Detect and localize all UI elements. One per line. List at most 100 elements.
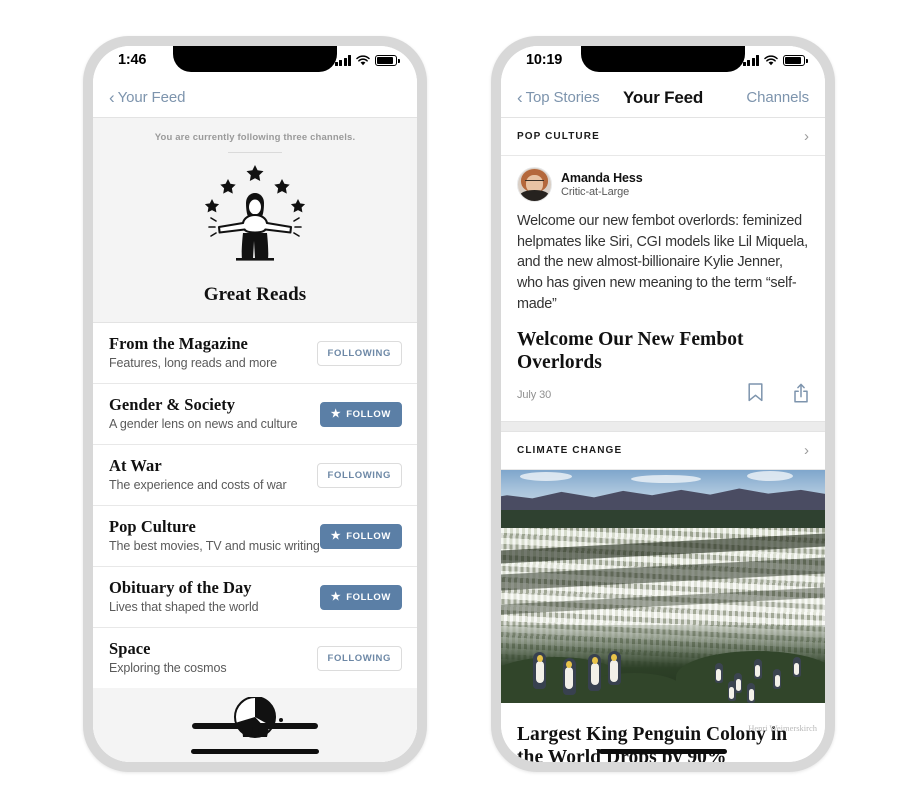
button-label: FOLLOWING xyxy=(327,469,391,481)
person-with-stars-illustration xyxy=(93,157,417,282)
author-name: Amanda Hess xyxy=(561,171,643,185)
left-phone-frame: 1:46 ‹ Your Feed You are currently follo… xyxy=(83,36,427,772)
list-item[interactable]: Gender & Society A gender lens on news a… xyxy=(93,384,417,445)
battery-icon xyxy=(783,55,808,66)
follow-button[interactable]: ★ FOLLOW xyxy=(319,523,402,549)
channel-name: From the Magazine xyxy=(109,333,248,353)
bookmark-icon[interactable] xyxy=(748,383,763,407)
section-header-pop-culture[interactable]: POP CULTURE › xyxy=(501,118,825,156)
channel-name: Obituary of the Day xyxy=(109,577,252,597)
channel-name: Gender & Society xyxy=(109,394,236,414)
following-button[interactable]: FOLLOWING xyxy=(316,645,402,671)
left-nav-bar: ‹ Your Feed xyxy=(93,78,417,118)
photo-credit: Henri Weimerskirch xyxy=(748,722,817,733)
right-status-bar: 10:19 xyxy=(501,46,825,78)
follow-button[interactable]: ★ FOLLOW xyxy=(319,584,402,610)
back-label: Top Stories xyxy=(525,89,600,106)
following-count-note: You are currently following three channe… xyxy=(154,132,356,143)
home-indicator[interactable] xyxy=(191,749,319,754)
status-indicators xyxy=(334,55,400,66)
list-item[interactable]: At War The experience and costs of war F… xyxy=(93,445,417,506)
button-label: FOLLOW xyxy=(346,591,391,603)
button-label: FOLLOWING xyxy=(327,652,391,664)
list-item[interactable]: Space Exploring the cosmos FOLLOWING xyxy=(93,628,417,689)
signal-bars-icon xyxy=(334,55,351,66)
article-meta-row: July 30 xyxy=(501,374,825,421)
page-title: Your Feed xyxy=(622,87,704,107)
share-icon[interactable] xyxy=(793,383,809,408)
button-label: FOLLOW xyxy=(346,408,391,420)
channel-desc: The experience and costs of war xyxy=(109,478,287,493)
back-button[interactable]: ‹ Your Feed xyxy=(109,89,185,106)
photo-container: Henri Weimerskirch xyxy=(501,469,825,733)
author-info: Amanda Hess Critic-at-Large xyxy=(561,171,643,198)
channel-desc: The best movies, TV and music writing xyxy=(109,539,320,554)
hero-title: Great Reads xyxy=(203,284,307,305)
right-phone-frame: 10:19 ‹ Top Stories Your Feed Channels P… xyxy=(491,36,835,772)
author-role: Critic-at-Large xyxy=(561,186,630,198)
channel-name: Pop Culture xyxy=(109,516,196,536)
article-date: July 30 xyxy=(517,389,552,402)
screenshot-stage: 1:46 ‹ Your Feed You are currently follo… xyxy=(0,0,916,800)
left-content: You are currently following three channe… xyxy=(93,118,417,762)
star-icon: ★ xyxy=(330,590,342,603)
channel-text: Pop Culture The best movies, TV and musi… xyxy=(109,516,320,555)
channel-desc: A gender lens on news and culture xyxy=(109,417,298,432)
status-time: 10:19 xyxy=(526,52,563,68)
channel-name: Space xyxy=(109,638,151,658)
chevron-right-icon: › xyxy=(804,441,809,459)
list-item[interactable]: From the Magazine Features, long reads a… xyxy=(93,323,417,384)
button-label: FOLLOW xyxy=(346,530,391,542)
article-headline[interactable]: Welcome Our New Fembot Overlords xyxy=(501,315,825,374)
signal-bars-icon xyxy=(742,55,759,66)
hero-divider xyxy=(228,152,282,153)
button-label: FOLLOWING xyxy=(327,347,391,359)
following-button[interactable]: FOLLOWING xyxy=(316,340,402,366)
right-content: POP CULTURE › Amanda Hess Critic-at-Larg… xyxy=(501,118,825,762)
home-indicator[interactable] xyxy=(599,749,727,754)
article-actions xyxy=(748,383,809,408)
status-time: 1:46 xyxy=(118,52,147,68)
channel-text: Space Exploring the cosmos xyxy=(109,638,317,677)
star-icon: ★ xyxy=(330,407,342,420)
follow-button[interactable]: ★ FOLLOW xyxy=(319,401,402,427)
author-avatar xyxy=(517,167,552,202)
section-label: CLIMATE CHANGE xyxy=(517,444,623,456)
chevron-left-icon: ‹ xyxy=(109,88,115,107)
channel-desc: Exploring the cosmos xyxy=(109,661,227,676)
article-summary: Welcome our new fembot overlords: femini… xyxy=(517,213,808,312)
channel-text: At War The experience and costs of war xyxy=(109,455,317,494)
left-status-bar: 1:46 xyxy=(93,46,417,78)
author-byline[interactable]: Amanda Hess Critic-at-Large xyxy=(501,156,825,202)
wifi-icon xyxy=(764,55,778,66)
back-label: Your Feed xyxy=(117,89,186,106)
section-label: POP CULTURE xyxy=(517,131,600,142)
following-button[interactable]: FOLLOWING xyxy=(316,462,402,488)
chevron-left-icon: ‹ xyxy=(517,88,523,107)
battery-icon xyxy=(375,55,400,66)
great-reads-hero: You are currently following three channe… xyxy=(93,118,417,323)
channel-text: Gender & Society A gender lens on news a… xyxy=(109,394,320,433)
list-item[interactable]: Obituary of the Day Lives that shaped th… xyxy=(93,567,417,628)
right-phone-screen: 10:19 ‹ Top Stories Your Feed Channels P… xyxy=(501,46,825,762)
right-nav-bar: ‹ Top Stories Your Feed Channels xyxy=(501,78,825,118)
left-phone-screen: 1:46 ‹ Your Feed You are currently follo… xyxy=(93,46,417,762)
channels-button[interactable]: Channels xyxy=(746,89,809,106)
abstract-ball-illustration xyxy=(180,696,330,744)
chevron-right-icon: › xyxy=(804,128,809,145)
notch xyxy=(173,46,337,72)
section-divider xyxy=(501,420,825,432)
notch xyxy=(581,46,745,72)
list-item[interactable]: Pop Culture The best movies, TV and musi… xyxy=(93,506,417,567)
wifi-icon xyxy=(356,55,370,66)
section-header-climate-change[interactable]: CLIMATE CHANGE › xyxy=(501,431,825,470)
channel-text: From the Magazine Features, long reads a… xyxy=(109,333,317,372)
channel-text: Obituary of the Day Lives that shaped th… xyxy=(109,577,320,616)
channel-desc: Lives that shaped the world xyxy=(109,600,259,615)
status-indicators xyxy=(742,55,808,66)
channel-list: From the Magazine Features, long reads a… xyxy=(93,323,417,689)
king-penguin-colony-photo[interactable] xyxy=(501,469,825,703)
back-button[interactable]: ‹ Top Stories xyxy=(517,89,600,106)
channel-name: At War xyxy=(109,455,162,475)
star-icon: ★ xyxy=(330,529,342,542)
